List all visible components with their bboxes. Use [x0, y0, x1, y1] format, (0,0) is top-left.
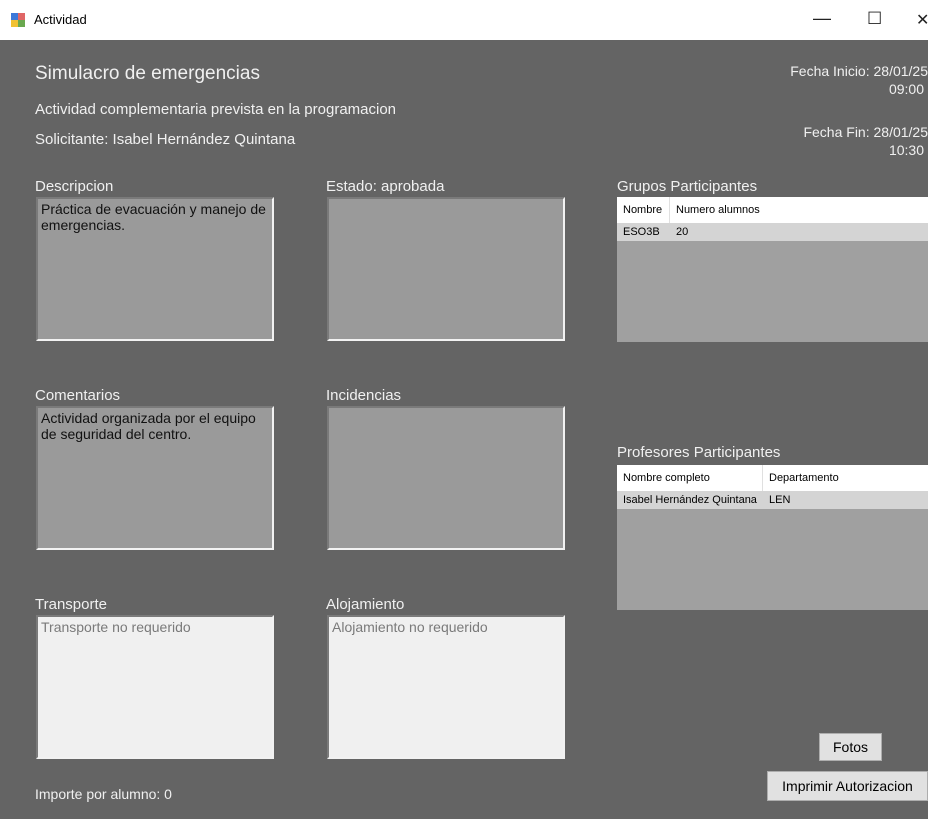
alojamiento-field[interactable]: Alojamiento no requerido: [327, 615, 565, 759]
comentarios-field[interactable]: Actividad organizada por el equipo de se…: [36, 406, 274, 550]
grupos-table[interactable]: Nombre Numero alumnos ESO3B 20: [617, 197, 928, 342]
transporte-field[interactable]: Transporte no requerido: [36, 615, 274, 759]
transporte-label: Transporte: [35, 596, 107, 613]
close-icon[interactable]: ✕: [916, 10, 928, 30]
profesores-table[interactable]: Nombre completo Departamento Isabel Hern…: [617, 465, 928, 610]
incidencias-label: Incidencias: [326, 387, 402, 404]
activity-title: Simulacro de emergencias: [35, 63, 260, 84]
descripcion-label: Descripcion: [35, 178, 114, 195]
grupos-col-nombre[interactable]: Nombre: [617, 197, 670, 223]
grupos-label: Grupos Participantes: [617, 178, 758, 195]
profesores-table-header: Nombre completo Departamento: [617, 465, 928, 491]
fecha-fin-label: Fecha Fin: 28/01/25: [803, 124, 928, 140]
title-bar: Actividad — ☐ ✕: [0, 0, 928, 40]
activity-subtitle: Actividad complementaria prevista en la …: [35, 101, 397, 118]
alojamiento-label: Alojamiento: [326, 596, 405, 613]
table-row[interactable]: ESO3B 20: [617, 223, 928, 241]
imprimir-autorizacion-button[interactable]: Imprimir Autorizacion: [767, 771, 928, 801]
grupos-cell-alumnos: 20: [676, 226, 689, 238]
fotos-button[interactable]: Fotos: [819, 733, 882, 761]
minimize-icon[interactable]: —: [813, 8, 831, 29]
fecha-fin-time: 10:30: [888, 142, 924, 158]
fecha-inicio-time: 09:00: [888, 81, 924, 97]
comentarios-label: Comentarios: [35, 387, 121, 404]
grupos-cell-nombre: ESO3B: [623, 226, 660, 238]
grupos-table-header: Nombre Numero alumnos: [617, 197, 928, 223]
estado-label: Estado: aprobada: [326, 178, 445, 195]
profesores-cell-nombre: Isabel Hernández Quintana: [623, 494, 757, 506]
profesores-col-departamento[interactable]: Departamento: [763, 465, 928, 491]
profesores-label: Profesores Participantes: [617, 444, 781, 461]
importe-label: Importe por alumno: 0: [35, 786, 172, 802]
window-title: Actividad: [34, 12, 87, 27]
app-icon: [11, 13, 25, 27]
grupos-col-alumnos[interactable]: Numero alumnos: [670, 197, 928, 223]
maximize-icon[interactable]: ☐: [867, 9, 882, 29]
fecha-inicio-label: Fecha Inicio: 28/01/25: [790, 63, 928, 79]
estado-field[interactable]: [327, 197, 565, 341]
descripcion-field[interactable]: Práctica de evacuación y manejo de emerg…: [36, 197, 274, 341]
table-row[interactable]: Isabel Hernández Quintana LEN: [617, 491, 928, 509]
solicitante-label: Solicitante: Isabel Hernández Quintana: [35, 131, 296, 148]
profesores-cell-departamento: LEN: [769, 494, 791, 506]
incidencias-field[interactable]: [327, 406, 565, 550]
profesores-col-nombre[interactable]: Nombre completo: [617, 465, 763, 491]
